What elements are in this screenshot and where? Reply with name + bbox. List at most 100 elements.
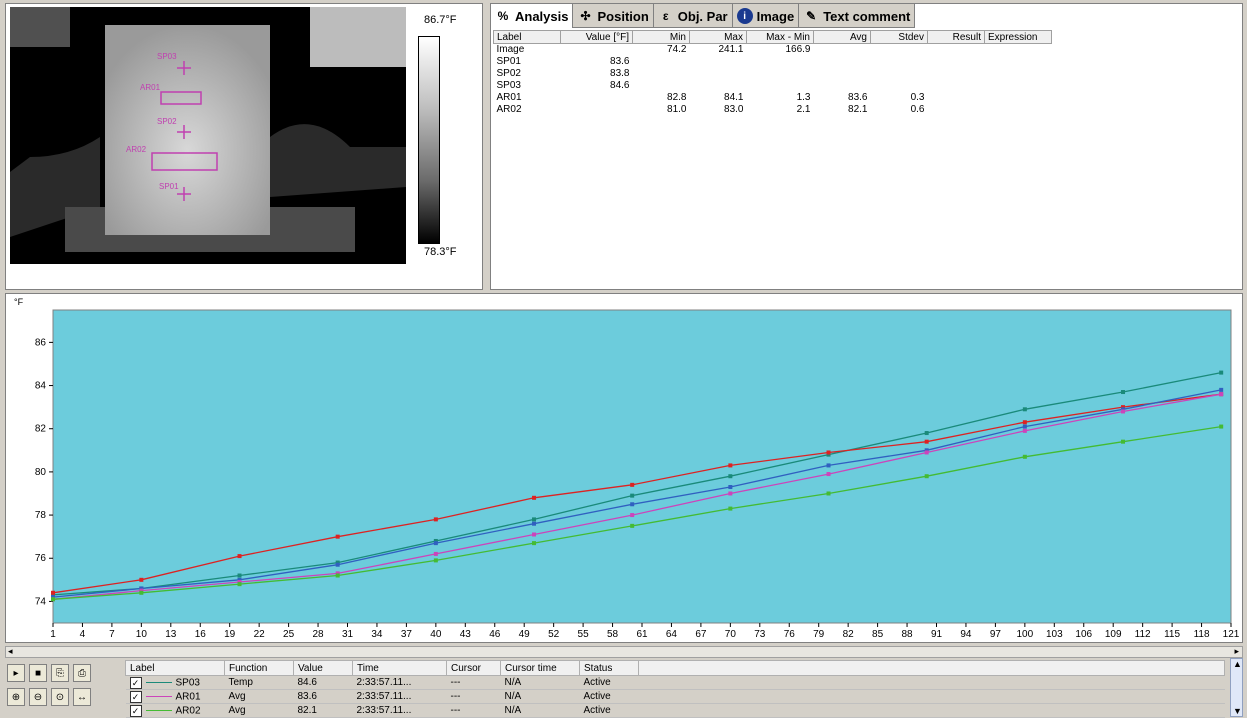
tab-label: Analysis [515,8,569,24]
trend-chart[interactable]: °F 74 76 78 80 82 84 86 1 4 7 10 13 16 19 22 25 28 31 34 37 4… [6,294,1244,644]
analysis-cell [747,56,814,68]
analysis-row[interactable]: AR01 82.8 84.1 1.3 83.6 0.3 [494,92,1052,104]
x-tick-label: 88 [901,629,913,640]
col-result[interactable]: Result [927,30,985,44]
data-point-sp01 [237,554,242,559]
analysis-cell [561,44,633,57]
tab-obj-par[interactable]: ε Obj. Par [654,4,733,28]
analysis-cell [871,44,928,57]
data-point-ar01 [1121,409,1126,414]
print-icon: ⎙ [78,667,86,679]
analysis-cell: 1.3 [796,92,811,103]
x-tick-label: 121 [1223,629,1240,640]
col-max[interactable]: Max [689,30,747,44]
zoom-in-button[interactable]: ⊕ [7,688,25,706]
y-tick-label: 86 [35,337,47,348]
tab-analysis[interactable]: % Analysis [491,4,574,28]
x-tick-label: 76 [784,629,796,640]
analysis-row[interactable]: Image 74.2 241.1 166.9 [494,44,1052,57]
data-point-sp01 [335,534,340,539]
legend-col-label[interactable]: Label [125,660,225,676]
col-expression[interactable]: Expression [984,30,1052,44]
play-icon: ▸ [13,667,19,679]
x-tick-label: 40 [430,629,442,640]
col-stdev[interactable]: Stdev [870,30,928,44]
series-visible-checkbox[interactable]: ✓ [129,704,142,717]
zoom-in-icon: ⊕ [11,691,21,703]
data-point-sp03 [924,431,929,436]
legend-vertical-scrollbar[interactable]: ▲ ▼ [1230,658,1243,717]
legend-col-value[interactable]: Value [293,660,353,676]
zoom-fit-button[interactable]: ⊙ [51,688,69,706]
x-tick-label: 61 [636,629,648,640]
export-button[interactable]: ⎘ [51,664,69,682]
col-label[interactable]: Label [493,30,561,44]
col-value[interactable]: Value [°F] [560,30,633,44]
scale-min-label: 78.3°F [424,246,457,258]
legend-col-cursor[interactable]: Cursor [446,660,501,676]
text-comment-icon: ✎ [806,9,817,23]
analysis-cell: 74.2 [667,44,687,55]
analysis-row[interactable]: SP03 84.6 [494,80,1052,92]
analysis-cell [814,68,871,80]
x-tick-label: 109 [1105,629,1122,640]
tab-text-comment[interactable]: ✎ Text comment [799,4,916,28]
x-tick-label: 91 [931,629,943,640]
scroll-up-icon[interactable]: ▲ [1233,659,1242,669]
series-label: AR02 [175,705,201,717]
data-point-sp03 [1022,407,1027,412]
print-button[interactable]: ⎙ [73,664,91,682]
series-visible-checkbox[interactable]: ✓ [129,690,142,703]
y-axis-unit-label: °F [14,297,24,307]
chart-horizontal-scrollbar[interactable]: ◂ ▸ [5,646,1243,658]
analysis-row[interactable]: AR02 81.0 83.0 2.1 82.1 0.6 [494,104,1052,116]
analysis-cell: 82.8 [667,92,687,103]
play-button[interactable]: ▸ [7,664,25,682]
col-min[interactable]: Min [632,30,690,44]
legend-row[interactable]: ✓ AR02 Avg 82.1 2:33:57.11... --- N/A Active [125,703,1225,718]
marker-ar01: AR01 [140,83,161,92]
tab-position[interactable]: ✣ Position [573,4,654,28]
tab-image[interactable]: i Image [733,4,800,28]
data-point-sp01 [630,482,635,487]
analysis-row[interactable]: SP02 83.8 [494,68,1052,80]
x-tick-label: 46 [489,629,501,640]
legend-row[interactable]: ✓ AR01 Avg 83.6 2:33:57.11... --- N/A Active [125,689,1225,704]
zoom-out-button[interactable]: ⊖ [29,688,47,706]
legend-col-time[interactable]: Time [352,660,447,676]
col-max-min[interactable]: Max - Min [746,30,814,44]
x-tick-label: 13 [165,629,177,640]
analysis-row[interactable]: SP01 83.6 [494,56,1052,68]
data-point-ar02 [532,541,537,546]
analysis-cell [561,104,633,116]
data-point-ar02 [826,491,831,496]
analysis-cell: 84.1 [724,92,744,103]
col-avg[interactable]: Avg [813,30,871,44]
stop-icon: ■ [34,667,42,679]
legend-cell-label: ✓ SP03 [125,675,225,690]
legend-col-cursor-time[interactable]: Cursor time [500,660,580,676]
analysis-cell: 83.0 [724,104,744,115]
tab-label: Position [597,8,649,24]
stop-button[interactable]: ■ [29,664,47,682]
series-visible-checkbox[interactable]: ✓ [129,676,142,689]
legend-col-function[interactable]: Function [224,660,294,676]
x-tick-label: 52 [548,629,560,640]
legend-cell-label: ✓ AR01 [125,689,225,704]
temperature-scale-bar [418,36,440,244]
legend-row[interactable]: ✓ SP03 Temp 84.6 2:33:57.11... --- N/A Active [125,675,1225,690]
x-tick-label: 1 [50,629,56,640]
scroll-left-icon[interactable]: ◂ [8,646,13,657]
scroll-right-icon[interactable]: ▸ [1234,646,1239,657]
legend-cell-time: 2:33:57.11... [352,703,447,718]
legend-cell-function: Avg [224,703,294,718]
scroll-down-icon[interactable]: ▼ [1233,706,1242,716]
legend-col-status[interactable]: Status [579,660,639,676]
thermal-image[interactable]: SP03 AR01 SP02 AR02 SP01 [10,7,406,264]
x-tick-label: 94 [960,629,972,640]
analysis-cell [871,56,928,68]
stretch-button[interactable]: ↔ [73,688,91,706]
series-label: AR01 [175,691,201,703]
legend-cell-cursor-time: N/A [500,675,580,690]
data-point-ar01 [1022,428,1027,433]
